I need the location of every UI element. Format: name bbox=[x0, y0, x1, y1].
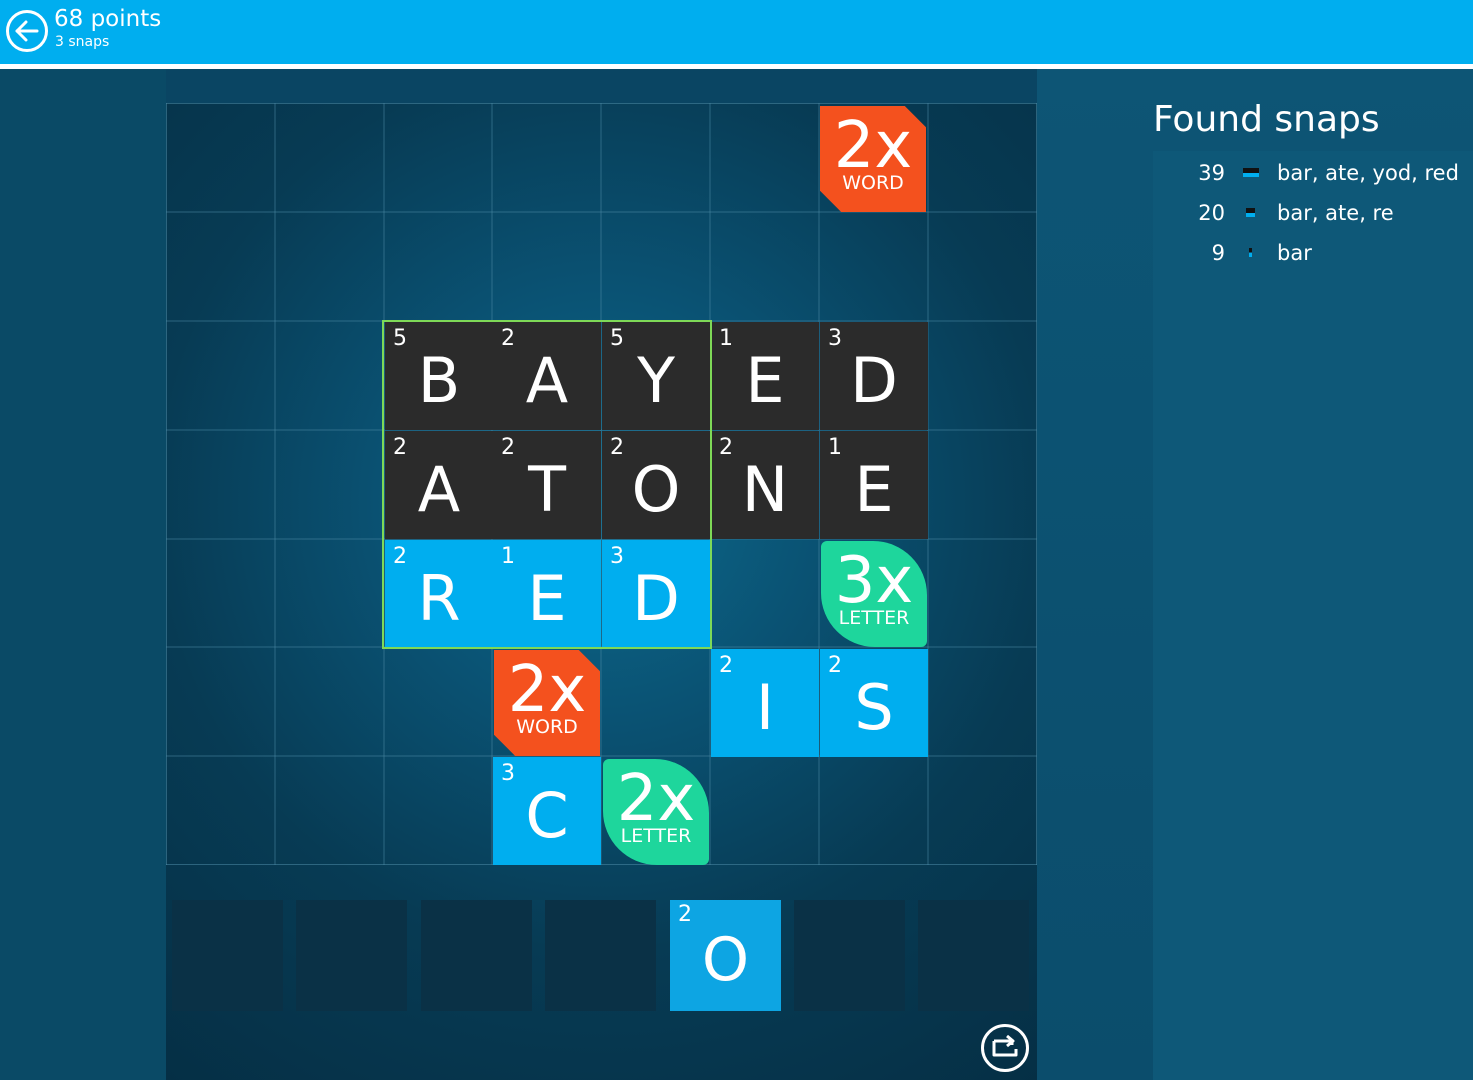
snap-highlight bbox=[382, 320, 712, 649]
board-tile[interactable]: 1 E bbox=[711, 322, 819, 430]
board-tile[interactable]: 2 S bbox=[820, 649, 928, 757]
found-snaps-title: Found snaps bbox=[1153, 99, 1380, 140]
rack-slot[interactable] bbox=[794, 900, 905, 1011]
tile-letter: O bbox=[701, 925, 750, 995]
board-tile[interactable]: 3 D bbox=[820, 322, 928, 430]
bonus-word-square[interactable]: 2x WORD bbox=[820, 106, 926, 212]
snap-words: bar bbox=[1277, 241, 1312, 265]
bonus-word-square[interactable]: 2x WORD bbox=[494, 650, 600, 756]
back-arrow-icon bbox=[15, 20, 39, 42]
snap-entry[interactable]: 39 bar, ate, yod, red bbox=[1153, 157, 1473, 189]
tile-letter: E bbox=[745, 344, 785, 417]
game-board: 5 B 2 A 5 Y 1 E 3 D 2 A 2 T 2 O 2 N 1 E … bbox=[166, 103, 1037, 865]
bonus-kind: LETTER bbox=[838, 607, 910, 629]
rack-tile[interactable]: 2 O bbox=[670, 900, 781, 1011]
snap-words: bar, ate, re bbox=[1277, 201, 1394, 225]
found-snaps-panel bbox=[1153, 151, 1473, 1080]
rack-slot[interactable] bbox=[918, 900, 1029, 1011]
snap-mini-map-icon bbox=[1249, 248, 1252, 257]
shuffle-button[interactable] bbox=[981, 1024, 1029, 1072]
snap-mini-map-icon bbox=[1246, 208, 1255, 217]
bonus-letter-square[interactable]: 3x LETTER bbox=[821, 541, 927, 647]
snap-entry[interactable]: 9 bar bbox=[1153, 237, 1473, 269]
points-total: 68 points bbox=[54, 6, 162, 32]
app-header: 68 points 3 snaps bbox=[0, 0, 1473, 64]
snap-mini-map-icon bbox=[1243, 168, 1259, 177]
tile-rack: 2 O bbox=[166, 887, 1037, 1080]
tile-letter: C bbox=[525, 779, 569, 852]
tile-letter: I bbox=[755, 671, 775, 744]
board-top-strip bbox=[166, 69, 1037, 103]
bonus-kind: WORD bbox=[842, 172, 904, 194]
tile-letter: S bbox=[854, 671, 894, 744]
tile-letter: D bbox=[850, 344, 898, 417]
rack-slot[interactable] bbox=[172, 900, 283, 1011]
bonus-kind: WORD bbox=[516, 716, 578, 738]
bonus-letter-square[interactable]: 2x LETTER bbox=[603, 759, 709, 865]
tile-letter: N bbox=[741, 453, 789, 526]
left-background bbox=[0, 69, 166, 1080]
back-button[interactable] bbox=[6, 10, 48, 52]
snap-words: bar, ate, yod, red bbox=[1277, 161, 1459, 185]
rack-slot[interactable] bbox=[421, 900, 532, 1011]
snaps-count: 3 snaps bbox=[55, 34, 110, 50]
snap-points: 39 bbox=[1198, 161, 1225, 185]
bonus-kind: LETTER bbox=[620, 825, 692, 847]
board-tile[interactable]: 3 C bbox=[493, 757, 601, 865]
board-tile[interactable]: 2 N bbox=[711, 431, 819, 539]
board-tile[interactable]: 2 I bbox=[711, 649, 819, 757]
snap-points: 9 bbox=[1211, 241, 1225, 265]
shuffle-icon bbox=[992, 1035, 1018, 1057]
rack-slot[interactable] bbox=[296, 900, 407, 1011]
tile-letter: E bbox=[854, 453, 894, 526]
snap-entry[interactable]: 20 bar, ate, re bbox=[1153, 197, 1473, 229]
board-tile[interactable]: 1 E bbox=[820, 431, 928, 539]
snap-points: 20 bbox=[1198, 201, 1225, 225]
rack-slot[interactable] bbox=[545, 900, 656, 1011]
header-divider bbox=[0, 64, 1473, 69]
